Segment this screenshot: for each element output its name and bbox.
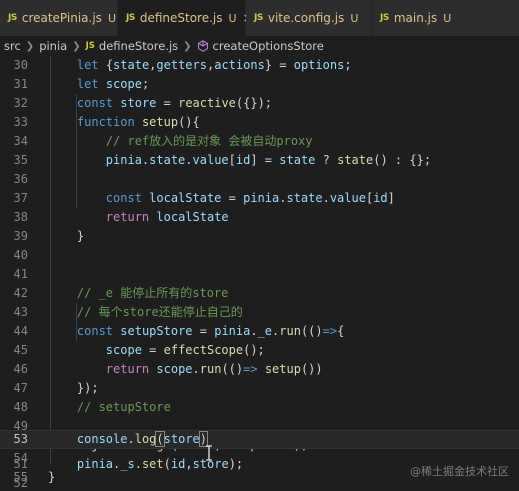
code-line: 48 // setupStore <box>0 398 519 417</box>
code-line: 35 pinia.state.value[id] = state ? state… <box>0 151 519 170</box>
code-text: let scope; <box>48 77 150 91</box>
tab-viteconfig[interactable]: JS vite.config.js U <box>246 0 372 36</box>
chevron-right-icon: ❯ <box>72 40 81 52</box>
code-line: 36 <box>0 170 519 189</box>
tab-label: main.js <box>393 11 438 25</box>
line-number: 38 <box>13 210 28 224</box>
code-text: } <box>48 470 56 484</box>
code-line: 46 return scope.run(()=> setup()) <box>0 360 519 379</box>
line-number: 41 <box>13 267 28 281</box>
cube-icon <box>197 40 209 52</box>
line-number: 35 <box>13 153 28 167</box>
code-text: }); <box>48 381 99 395</box>
code-line: 38 return localState <box>0 208 519 227</box>
code-line: 34 // ref放入的是对象 会被自动proxy <box>0 132 519 151</box>
js-file-icon: JS <box>85 41 95 51</box>
code-line: 37 const localState = pinia.state.value[… <box>0 189 519 208</box>
line-number: 33 <box>13 115 28 129</box>
code-text: scope = effectScope(); <box>48 343 265 357</box>
code-text: return localState <box>48 210 229 224</box>
code-line: 30 let {state,getters,actions} = options… <box>0 56 519 75</box>
tab-definestore[interactable]: JS defineStore.js U × <box>118 0 253 36</box>
tab-label: defineStore.js <box>139 11 223 25</box>
code-line: 45 scope = effectScope(); <box>0 341 519 360</box>
code-text: // setupStore <box>48 400 171 414</box>
breadcrumb: src ❯ pinia ❯ JS defineStore.js ❯ create… <box>0 36 519 56</box>
line-number: 43 <box>13 305 28 319</box>
code-text: const store = reactive({}); <box>48 96 273 110</box>
ibeam-cursor-icon <box>205 445 213 461</box>
code-line: 41 <box>0 265 519 284</box>
line-number: 46 <box>13 362 28 376</box>
line-number: 42 <box>13 286 28 300</box>
line-number: 37 <box>13 191 28 205</box>
breadcrumb-item-symbol[interactable]: createOptionsStore <box>213 39 324 53</box>
line-number: 40 <box>13 248 28 262</box>
editor-tab-bar: JS createPinia.js U JS defineStore.js U … <box>0 0 519 36</box>
tab-label: vite.config.js <box>267 11 345 25</box>
line-number: 31 <box>13 77 28 91</box>
breadcrumb-item-src[interactable]: src <box>4 39 21 53</box>
code-line: 42 // _e 能停止所有的store <box>0 284 519 303</box>
code-text: console.log(store) <box>48 431 209 447</box>
untracked-badge: U <box>228 11 237 25</box>
line-number: 34 <box>13 134 28 148</box>
code-line: 33 function setup(){ <box>0 113 519 132</box>
js-file-icon: JS <box>254 13 263 23</box>
code-line: 40 <box>0 246 519 265</box>
code-text: return scope.run(()=> setup()) <box>48 362 323 376</box>
tab-label: createPinia.js <box>21 11 102 25</box>
code-text: // 每个store还能停止自己的 <box>48 305 243 319</box>
line-number: 53 <box>13 432 28 446</box>
line-number: 47 <box>13 381 28 395</box>
tab-main[interactable]: JS main.js U <box>372 0 519 36</box>
js-file-icon: JS <box>126 13 135 23</box>
code-line: 44 const setupStore = pinia._e.run(()=>{ <box>0 322 519 341</box>
code-line-current: 53 console.log(store) <box>0 430 519 449</box>
chevron-right-icon: ❯ <box>183 40 192 52</box>
js-file-icon: JS <box>380 13 389 23</box>
line-number: 39 <box>13 229 28 243</box>
code-line: 43 // 每个store还能停止自己的 <box>0 303 519 322</box>
line-number: 54 <box>13 451 28 465</box>
untracked-badge: U <box>107 11 116 25</box>
js-file-icon: JS <box>8 13 17 23</box>
line-number: 55 <box>13 470 28 484</box>
code-text: const localState = pinia.state.value[id] <box>48 191 395 205</box>
code-line: 39 } <box>0 227 519 246</box>
breadcrumb-item-file[interactable]: defineStore.js <box>99 39 178 53</box>
line-number: 45 <box>13 343 28 357</box>
code-text: // ref放入的是对象 会被自动proxy <box>48 134 313 148</box>
untracked-badge: U <box>443 11 452 25</box>
code-line: 32 const store = reactive({}); <box>0 94 519 113</box>
code-text: } <box>48 229 85 243</box>
tab-createpinia[interactable]: JS createPinia.js U <box>0 0 118 36</box>
line-number: 32 <box>13 96 28 110</box>
code-text: let {state,getters,actions} = options; <box>48 58 352 72</box>
code-editor[interactable]: 30 let {state,getters,actions} = options… <box>0 56 519 491</box>
code-line: 47 }); <box>0 379 519 398</box>
untracked-badge: U <box>350 11 359 25</box>
line-number: 30 <box>13 58 28 72</box>
code-text: pinia.state.value[id] = state ? state() … <box>48 153 432 167</box>
code-text: const setupStore = pinia._e.run(()=>{ <box>48 324 345 338</box>
breadcrumb-item-pinia[interactable]: pinia <box>39 39 67 53</box>
watermark: @稀土掘金技术社区 <box>410 465 509 478</box>
chevron-right-icon: ❯ <box>25 40 35 52</box>
code-text: function setup(){ <box>48 115 200 129</box>
code-text: // _e 能停止所有的store <box>48 286 229 300</box>
line-number: 44 <box>13 324 28 338</box>
line-number: 36 <box>13 172 28 186</box>
line-number: 48 <box>13 400 28 414</box>
code-line: 31 let scope; <box>0 75 519 94</box>
